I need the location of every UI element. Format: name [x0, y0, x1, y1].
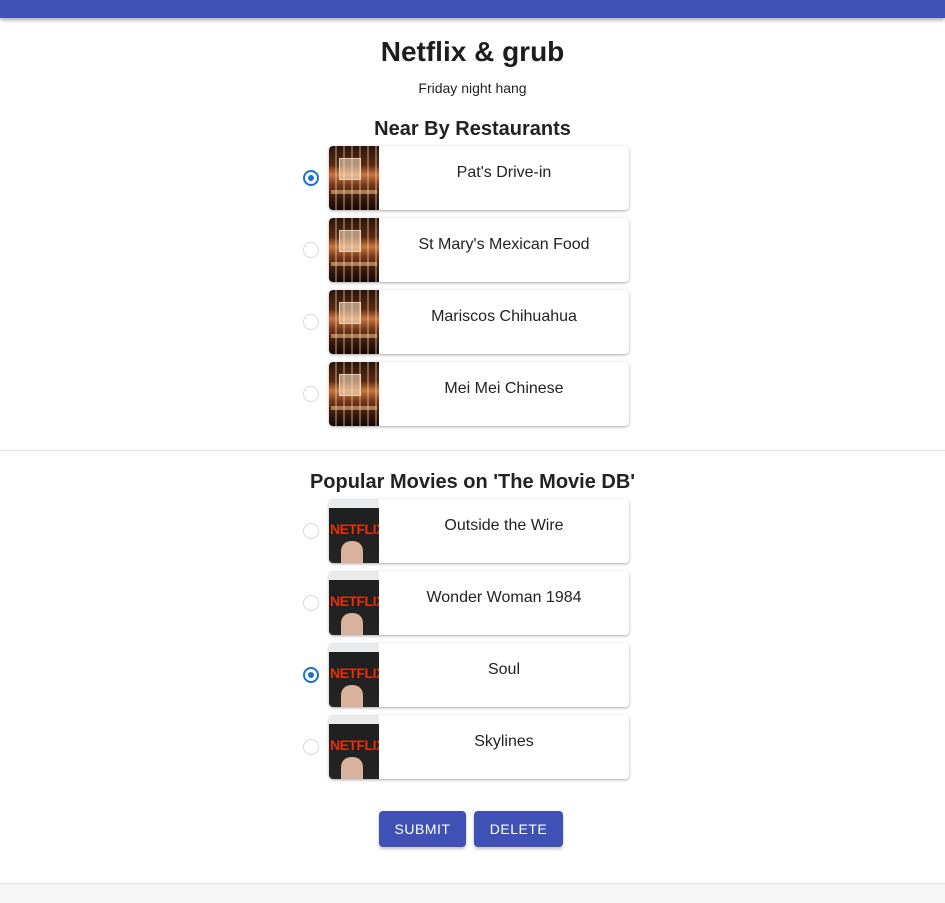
restaurant-option[interactable]: St Mary's Mexican Food [300, 218, 630, 282]
restaurant-name: St Mary's Mexican Food [418, 236, 590, 253]
restaurant-thumbnail [329, 218, 379, 282]
movie-thumbnail: NETFLIX [329, 715, 379, 779]
submit-button[interactable]: SUBMIT [379, 811, 466, 847]
page-footer [0, 883, 945, 903]
radio-button[interactable] [303, 739, 319, 755]
movie-thumbnail: NETFLIX [329, 499, 379, 563]
radio-button[interactable] [303, 667, 319, 683]
app-header-bar [0, 0, 945, 18]
restaurant-card[interactable]: Pat's Drive-in [329, 146, 629, 210]
radio-button[interactable] [303, 314, 319, 330]
restaurant-option[interactable]: Mei Mei Chinese [300, 362, 630, 426]
movie-option[interactable]: NETFLIX Outside the Wire [300, 499, 630, 563]
movie-thumbnail: NETFLIX [329, 643, 379, 707]
movie-card[interactable]: NETFLIX Skylines [329, 715, 629, 779]
movie-title: Wonder Woman 1984 [426, 589, 582, 606]
restaurant-option[interactable]: Pat's Drive-in [300, 146, 630, 210]
restaurant-thumbnail [329, 146, 379, 210]
restaurant-card[interactable]: St Mary's Mexican Food [329, 218, 629, 282]
section-divider [0, 450, 945, 451]
restaurant-name: Pat's Drive-in [456, 164, 552, 181]
movie-option[interactable]: NETFLIX Skylines [300, 715, 630, 779]
radio-button[interactable] [303, 523, 319, 539]
delete-button[interactable]: DELETE [474, 811, 563, 847]
radio-button[interactable] [303, 386, 319, 402]
restaurant-name: Mei Mei Chinese [444, 380, 564, 397]
radio-button[interactable] [303, 170, 319, 186]
page-subtitle: Friday night hang [418, 80, 527, 96]
movie-option[interactable]: NETFLIX Soul [300, 643, 630, 707]
page-title: Netflix & grub [380, 36, 565, 67]
movie-option[interactable]: NETFLIX Wonder Woman 1984 [300, 571, 630, 635]
movie-card[interactable]: NETFLIX Outside the Wire [329, 499, 629, 563]
radio-button[interactable] [303, 595, 319, 611]
netflix-logo: NETFLIX [330, 665, 379, 681]
restaurant-option[interactable]: Mariscos Chihuahua [300, 290, 630, 354]
netflix-logo: NETFLIX [330, 593, 379, 609]
movie-title: Skylines [474, 733, 534, 750]
movie-card[interactable]: NETFLIX Soul [329, 643, 629, 707]
movies-section-title: Popular Movies on 'The Movie DB' [309, 471, 636, 493]
restaurant-name: Mariscos Chihuahua [431, 308, 577, 325]
movie-card[interactable]: NETFLIX Wonder Woman 1984 [329, 571, 629, 635]
movie-title: Soul [487, 661, 521, 678]
radio-button[interactable] [303, 242, 319, 258]
restaurant-thumbnail [329, 362, 379, 426]
restaurants-section-title: Near By Restaurants [374, 118, 571, 140]
netflix-logo: NETFLIX [330, 521, 379, 537]
movie-thumbnail: NETFLIX [329, 571, 379, 635]
restaurant-thumbnail [329, 290, 379, 354]
movie-title: Outside the Wire [444, 517, 564, 534]
restaurant-card[interactable]: Mariscos Chihuahua [329, 290, 629, 354]
restaurant-card[interactable]: Mei Mei Chinese [329, 362, 629, 426]
netflix-logo: NETFLIX [330, 737, 379, 753]
